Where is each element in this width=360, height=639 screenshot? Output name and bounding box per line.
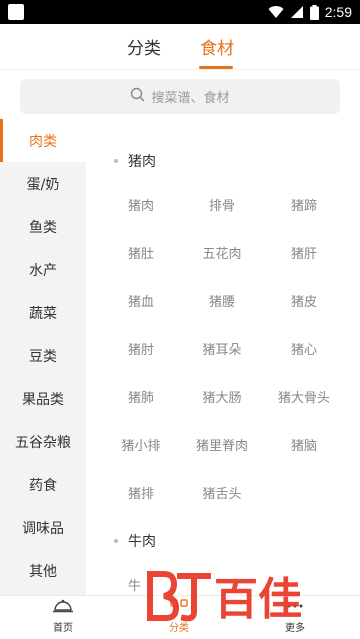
category-sidebar: 肉类 蛋/奶 鱼类 水产 蔬菜 豆类 果品类 五谷杂粮 药食 调味品 其他 (0, 119, 86, 595)
ingredient-item[interactable]: 五花肉 (177, 243, 267, 262)
ingredient-item[interactable]: 猪肚 (96, 243, 186, 262)
tab-category[interactable]: 分类 (127, 34, 161, 59)
home-icon (18, 598, 108, 618)
ingredient-item[interactable]: 猪脑 (259, 435, 349, 454)
more-icon (250, 598, 340, 618)
ingredient-item[interactable]: 猪里脊肉 (177, 435, 267, 454)
nav-home[interactable]: 首页 (18, 598, 108, 634)
nav-more[interactable]: 更多 (250, 598, 340, 634)
sidebar-item-beans[interactable]: 豆类 (0, 334, 86, 377)
sidebar-item-medicinal[interactable]: 药食 (0, 463, 86, 506)
ingredient-item[interactable]: 猪心 (259, 339, 349, 358)
ingredient-item[interactable]: 排骨 (177, 195, 267, 214)
ingredient-item[interactable]: 猪大骨头 (259, 387, 349, 406)
top-tab-bar: 分类 食材 (0, 24, 360, 70)
search-placeholder: 搜菜谱、食材 (151, 91, 230, 106)
nav-category-label: 分类 (169, 623, 189, 634)
sidebar-item-meat[interactable]: 肉类 (0, 119, 86, 162)
battery-icon (309, 4, 319, 20)
signal-icon (290, 5, 304, 19)
ingredient-item[interactable]: 猪肺 (96, 387, 186, 406)
ingredient-item[interactable]: 猪大肠 (177, 387, 267, 406)
bullet-dot (114, 539, 118, 543)
category-icon (134, 598, 224, 618)
sidebar-item-seasonings[interactable]: 调味品 (0, 506, 86, 549)
notification-icon (8, 4, 24, 20)
ingredient-item[interactable]: 猪血 (96, 291, 186, 310)
section-title-pork: 猪肉 (114, 151, 156, 171)
ingredient-item[interactable]: 猪皮 (259, 291, 349, 310)
sidebar-item-others[interactable]: 其他 (0, 549, 86, 592)
section-title-beef: 牛肉 (114, 531, 156, 551)
ingredient-item[interactable]: 猪耳朵 (177, 339, 267, 358)
ingredient-item[interactable]: 猪肘 (96, 339, 186, 358)
ingredient-item[interactable]: 猪排 (96, 483, 186, 502)
active-tab-indicator (199, 66, 233, 69)
bottom-navigation: 首页 分类 更多 (0, 595, 360, 639)
ingredient-item[interactable]: 猪蹄 (259, 195, 349, 214)
tab-ingredients[interactable]: 食材 (200, 34, 234, 59)
bullet-dot (114, 159, 118, 163)
nav-more-label: 更多 (285, 623, 305, 634)
ingredient-grid: 猪肉 猪肉 排骨 猪蹄 猪肚 五花肉 猪肝 猪血 猪腰 猪皮 猪肘 猪耳朵 猪心… (86, 119, 360, 595)
sidebar-item-vegetables[interactable]: 蔬菜 (0, 291, 86, 334)
sidebar-item-egg-dairy[interactable]: 蛋/奶 (0, 162, 86, 205)
sidebar-item-fruits[interactable]: 果品类 (0, 377, 86, 420)
ingredient-item[interactable]: 牛 (96, 575, 166, 594)
sidebar-item-fish[interactable]: 鱼类 (0, 205, 86, 248)
ingredient-item[interactable]: 猪腰 (177, 291, 267, 310)
nav-home-label: 首页 (53, 623, 73, 634)
search-icon (130, 87, 145, 106)
search-bar[interactable]: 搜菜谱、食材 (20, 79, 340, 114)
ingredient-item[interactable]: 猪小排 (96, 435, 186, 454)
status-bar: 2:59 (0, 0, 360, 24)
ingredient-item[interactable]: 猪肉 (96, 195, 186, 214)
ingredient-item[interactable]: 猪舌头 (177, 483, 267, 502)
ingredient-item[interactable]: 猪肝 (259, 243, 349, 262)
sidebar-item-grains[interactable]: 五谷杂粮 (0, 420, 86, 463)
nav-category[interactable]: 分类 (134, 598, 224, 634)
sidebar-item-seafood[interactable]: 水产 (0, 248, 86, 291)
wifi-icon (268, 5, 284, 19)
status-time: 2:59 (324, 4, 352, 20)
